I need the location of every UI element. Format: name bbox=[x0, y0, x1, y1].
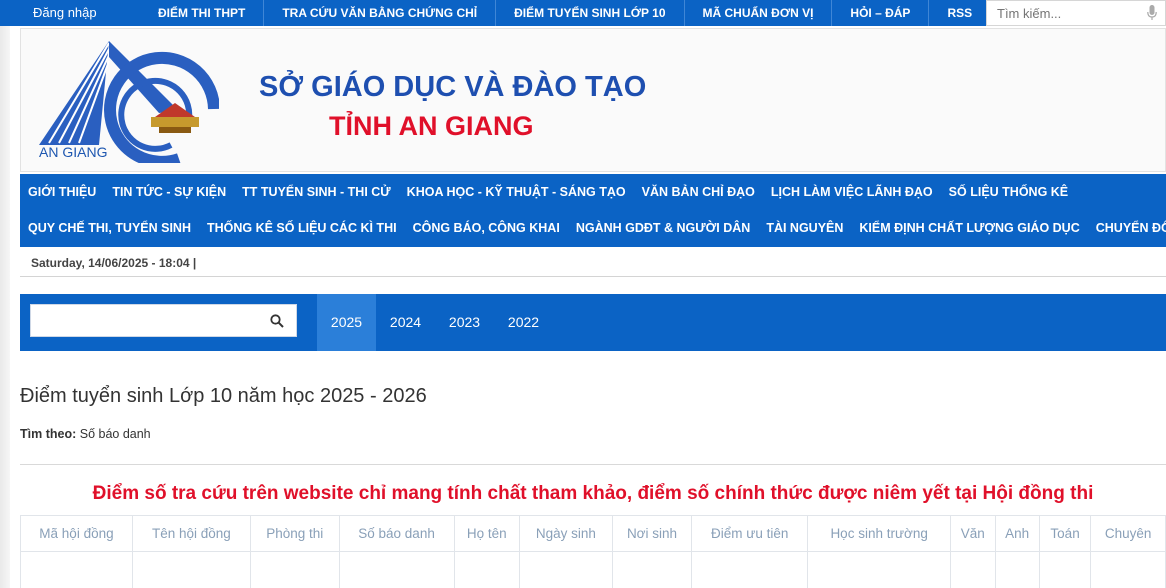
notice-text: Điểm số tra cứu trên website chỉ mang tí… bbox=[92, 483, 1094, 504]
col-ten-hoi-dong: Tên hội đồng bbox=[131, 515, 251, 552]
tab-year-2025[interactable]: 2025 bbox=[317, 294, 376, 351]
top-link-ma-chuan-don-vi[interactable]: MÃ CHUẨN ĐƠN VỊ bbox=[683, 0, 832, 26]
logo-label: AN GIANG bbox=[39, 144, 108, 160]
nav-item-kiem-dinh[interactable]: KIỂM ĐỊNH CHẤT LƯỢNG GIÁO DỤC bbox=[859, 221, 1079, 235]
table-cell bbox=[1038, 551, 1092, 588]
col-diem-uu-tien: Điểm ưu tiên bbox=[691, 515, 809, 552]
col-noi-sinh: Nơi sinh bbox=[611, 515, 693, 552]
search-icon[interactable] bbox=[270, 314, 284, 328]
nav-item-tt-tuyen-sinh-thi-cu[interactable]: TT TUYỂN SINH - THI CỬ bbox=[242, 185, 391, 199]
microphone-icon[interactable] bbox=[1147, 5, 1157, 21]
col-toan: Toán bbox=[1038, 515, 1092, 552]
col-hoc-sinh-truong: Học sinh trường bbox=[807, 515, 952, 552]
col-chuyen: Chuyên bbox=[1090, 515, 1166, 552]
table-cell bbox=[1090, 551, 1166, 588]
col-so-bao-danh: Số báo danh bbox=[338, 515, 455, 552]
nav-item-thong-ke-so-lieu[interactable]: THỐNG KÊ SỐ LIỆU CÁC KÌ THI bbox=[207, 221, 397, 235]
score-search-input[interactable] bbox=[31, 305, 261, 336]
top-link-hoi-dap[interactable]: HỎI – ĐÁP bbox=[831, 0, 928, 26]
nav-item-nganh-gddt[interactable]: NGÀNH GDĐT & NGƯỜI DÂN bbox=[576, 221, 751, 235]
find-by-label: Tìm theo: bbox=[20, 427, 77, 441]
year-tabs: 2025 2024 2023 2022 bbox=[317, 294, 553, 351]
nav-item-chuyen-doi-so[interactable]: CHUYỂN ĐỔI SỐ bbox=[1096, 221, 1166, 235]
nav-row-1: GIỚI THIỆU TIN TỨC - SỰ KIỆN TT TUYỂN SI… bbox=[20, 174, 1166, 210]
table-cell bbox=[131, 551, 251, 588]
table-cell bbox=[519, 551, 613, 588]
top-search-input[interactable] bbox=[987, 1, 1137, 25]
top-link-rss[interactable]: RSS bbox=[928, 0, 990, 26]
nav-row-2: QUY CHẾ THI, TUYỂN SINH THỐNG KÊ SỐ LIỆU… bbox=[20, 210, 1166, 246]
table-cell bbox=[994, 551, 1040, 588]
page-title: Điểm tuyển sinh Lớp 10 năm học 2025 - 20… bbox=[20, 385, 427, 407]
col-anh: Anh bbox=[994, 515, 1040, 552]
table-cell bbox=[807, 551, 952, 588]
table-cell bbox=[611, 551, 693, 588]
nav-item-tai-nguyen[interactable]: TÀI NGUYÊN bbox=[766, 221, 843, 235]
nav-item-so-lieu-thong-ke[interactable]: SỐ LIỆU THỐNG KÊ bbox=[949, 185, 1068, 199]
top-bar: Đăng nhập ĐIỂM THI THPT TRA CỨU VĂN BẰNG… bbox=[0, 0, 1166, 26]
nav-item-van-ban-chi-dao[interactable]: VĂN BẢN CHỈ ĐẠO bbox=[642, 185, 755, 199]
an-giang-logo[interactable]: AN GIANG bbox=[39, 41, 220, 168]
table-row bbox=[20, 551, 1166, 588]
table-cell bbox=[950, 551, 996, 588]
col-van: Văn bbox=[950, 515, 996, 552]
nav-item-lich-lam-viec[interactable]: LỊCH LÀM VIỆC LÃNH ĐẠO bbox=[771, 185, 933, 199]
results-table: Mã hội đồng Tên hội đồng Phòng thi Số bá… bbox=[20, 515, 1166, 588]
nav-item-khoa-hoc-ky-thuat[interactable]: KHOA HỌC - KỸ THUẬT - SÁNG TẠO bbox=[407, 185, 626, 199]
top-link-tra-cuu-van-bang[interactable]: TRA CỨU VĂN BẰNG CHỨNG CHỈ bbox=[263, 0, 495, 26]
header-banner: AN GIANG SỞ GIÁO DỤC VÀ ĐÀO TẠO TỈNH AN … bbox=[20, 28, 1166, 172]
find-by: Tìm theo: Số báo danh bbox=[20, 427, 151, 441]
col-ngay-sinh: Ngày sinh bbox=[519, 515, 613, 552]
top-search-box bbox=[986, 0, 1166, 26]
tab-year-2024[interactable]: 2024 bbox=[376, 294, 435, 351]
nav-item-tin-tuc-su-kien[interactable]: TIN TỨC - SỰ KIỆN bbox=[112, 185, 226, 199]
top-link-diem-tuyen-sinh-lop-10[interactable]: ĐIỂM TUYỂN SINH LỚP 10 bbox=[495, 0, 683, 26]
col-ho-ten: Họ tên bbox=[453, 515, 521, 552]
nav-item-cong-bao[interactable]: CÔNG BÁO, CÔNG KHAI bbox=[413, 221, 560, 235]
table-cell bbox=[691, 551, 809, 588]
table-cell bbox=[453, 551, 521, 588]
year-bar: 2025 2024 2023 2022 bbox=[20, 294, 1166, 351]
table-cell bbox=[249, 551, 340, 588]
top-link-diem-thi-thpt[interactable]: ĐIỂM THI THPT bbox=[140, 0, 263, 26]
score-search-box bbox=[30, 304, 297, 337]
tab-year-2023[interactable]: 2023 bbox=[435, 294, 494, 351]
table-header-row: Mã hội đồng Tên hội đồng Phòng thi Số bá… bbox=[20, 515, 1166, 552]
table-cell bbox=[338, 551, 455, 588]
login-link[interactable]: Đăng nhập bbox=[0, 0, 140, 26]
date-time-bar: Saturday, 14/06/2025 - 18:04 | bbox=[20, 251, 1166, 277]
table-cell bbox=[20, 551, 133, 588]
tab-year-2022[interactable]: 2022 bbox=[494, 294, 553, 351]
main-navigation: GIỚI THIỆU TIN TỨC - SỰ KIỆN TT TUYỂN SI… bbox=[20, 174, 1166, 247]
col-phong-thi: Phòng thi bbox=[249, 515, 340, 552]
find-by-value: Số báo danh bbox=[79, 427, 151, 441]
organization-name: SỞ GIÁO DỤC VÀ ĐÀO TẠO bbox=[259, 71, 647, 103]
divider bbox=[20, 464, 1166, 465]
nav-item-quy-che-thi[interactable]: QUY CHẾ THI, TUYỂN SINH bbox=[28, 221, 191, 235]
top-links: ĐIỂM THI THPT TRA CỨU VĂN BẰNG CHỨNG CHỈ… bbox=[140, 0, 990, 26]
organization-province: TỈNH AN GIANG bbox=[329, 111, 534, 141]
left-decorative-strip bbox=[0, 26, 10, 588]
col-ma-hoi-dong: Mã hội đồng bbox=[20, 515, 133, 552]
nav-item-gioi-thieu[interactable]: GIỚI THIỆU bbox=[28, 185, 96, 199]
